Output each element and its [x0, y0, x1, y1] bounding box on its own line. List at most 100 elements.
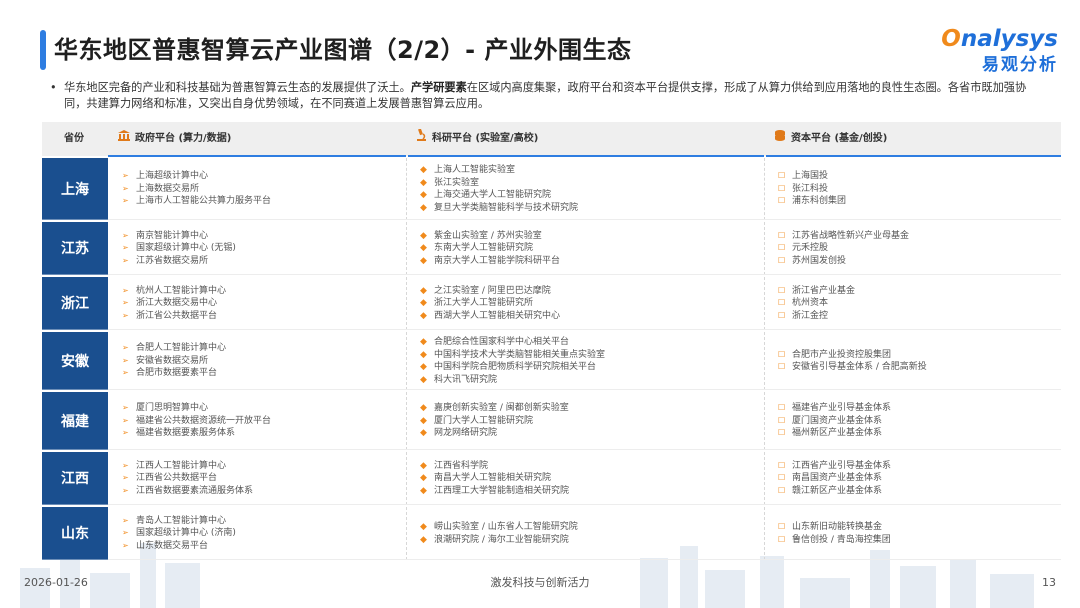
column-divider [764, 222, 765, 275]
table-header: 省份 政府平台 (算力/数据) 科研平台 (实验室/高校) 资本平台 (基金/创… [42, 122, 1061, 157]
arrow-bullet-icon: ➢ [122, 368, 129, 378]
table-row: 江西 ➢ 江西人工智能计算中心 ➢ 江西省公共数据平台 ➢ 江西省数据要素流通服务体系 ◆ 江西… [42, 452, 1061, 505]
list-item-text: 张江科投 [792, 183, 829, 194]
list-item: ◆ 浪潮研究院 / 海尔工业智能研究院 [420, 534, 760, 547]
diamond-bullet-icon: ◆ [420, 165, 427, 175]
column-divider [764, 332, 765, 390]
column-divider [764, 277, 765, 330]
list-item: ➢ 江西省数据要素流通服务体系 [122, 485, 404, 498]
gov-cell: ➢ 南京智能计算中心 ➢ 国家超级计算中心 (无锡) ➢ 江苏省数据交易所 [122, 222, 404, 275]
arrow-bullet-icon: ➢ [122, 230, 129, 240]
square-bullet-icon: ☐ [778, 460, 786, 470]
res-cell: ◆ 上海人工智能实验室 ◆ 张江实验室 ◆ 上海交通大学人工智能研究院 ◆ 复旦大学类脑智能科… [420, 158, 760, 220]
header-gov: 政府平台 (算力/数据) [118, 122, 231, 156]
table-row: 安徽 ➢ 合肥人工智能计算中心 ➢ 安徽省数据交易所 ➢ 合肥市数据要素平台 ◆ 合肥综合性国家… [42, 332, 1061, 390]
province-cell: 江苏 [42, 222, 108, 275]
list-item-text: 江西省公共数据平台 [136, 473, 218, 484]
province-cell: 福建 [42, 392, 108, 450]
cap-cell: ☐ 江苏省战略性新兴产业母基金 ☐ 元禾控股 ☐ 苏州国发创投 [778, 222, 1058, 275]
list-item: ➢ 江西省公共数据平台 [122, 472, 404, 485]
square-bullet-icon: ☐ [778, 349, 786, 359]
arrow-bullet-icon: ➢ [122, 298, 129, 308]
list-item-text: 南昌国资产业基金体系 [792, 473, 883, 484]
diamond-bullet-icon: ◆ [420, 522, 427, 532]
list-item-text: 合肥人工智能计算中心 [136, 343, 227, 354]
arrow-bullet-icon: ➢ [122, 310, 129, 320]
list-item-text: 国家超级计算中心 (济南) [136, 528, 236, 539]
diamond-bullet-icon: ◆ [420, 374, 427, 385]
list-item: ➢ 国家超级计算中心 (济南) [122, 527, 404, 540]
list-item-text: 南京智能计算中心 [136, 230, 209, 241]
gov-cell: ➢ 厦门思明智算中心 ➢ 福建省公共数据资源统一开放平台 ➢ 福建省数据要素服务体系 [122, 392, 404, 450]
list-item: ➢ 南京智能计算中心 [122, 230, 404, 243]
list-item-text: 南昌大学人工智能相关研究院 [434, 473, 552, 484]
list-item: ◆ 之江实验室 / 阿里巴巴达摩院 [420, 285, 760, 298]
list-item-text: 合肥市数据要素平台 [136, 368, 218, 379]
square-bullet-icon: ☐ [778, 285, 786, 295]
microscope-icon [416, 122, 427, 156]
list-item-text: 之江实验室 / 阿里巴巴达摩院 [434, 285, 551, 296]
cap-cell: ☐ 福建省产业引导基金体系 ☐ 厦门国资产业基金体系 ☐ 福州新区产业基金体系 [778, 392, 1058, 450]
list-item: ☐ 张江科投 [778, 183, 1058, 196]
square-bullet-icon: ☐ [778, 403, 786, 413]
list-item-text: 浦东科创集团 [792, 196, 847, 207]
list-item: ◆ 江西理工大学智能制造相关研究院 [420, 485, 760, 498]
list-item: ➢ 青岛人工智能计算中心 [122, 515, 404, 528]
table-row: 福建 ➢ 厦门思明智算中心 ➢ 福建省公共数据资源统一开放平台 ➢ 福建省数据要素服务体系 ◆… [42, 392, 1061, 450]
row-divider [108, 274, 1061, 275]
list-item-text: 上海国投 [792, 171, 829, 182]
list-item: ◆ 合肥综合性国家科学中心相关平台 [420, 336, 760, 349]
diamond-bullet-icon: ◆ [420, 337, 427, 347]
logo-wordmark: Onalysys [941, 26, 1058, 52]
list-item: ☐ 厦门国资产业基金体系 [778, 415, 1058, 428]
logo-chinese-name: 易观分析 [982, 55, 1058, 75]
list-item: ☐ 苏州国发创投 [778, 255, 1058, 268]
list-item: ◆ 嘉庚创新实验室 / 闽都创新实验室 [420, 402, 760, 415]
cap-cell: ☐ 合肥市产业投资控股集团 ☐ 安徽省引导基金体系 / 合肥高新投 [778, 332, 1058, 390]
page-number: 13 [1042, 576, 1056, 589]
res-cell: ◆ 合肥综合性国家科学中心相关平台 ◆ 中国科学技术大学类脑智能相关重点实验室 ◆ 中国科… [420, 332, 760, 390]
square-bullet-icon: ☐ [778, 183, 786, 193]
list-item-text: 浙江省产业基金 [792, 285, 856, 296]
list-item: ◆ 江西省科学院 [420, 460, 760, 473]
header-res: 科研平台 (实验室/高校) [416, 122, 538, 156]
list-item: ◆ 上海交通大学人工智能研究院 [420, 189, 760, 202]
cap-cell: ☐ 浙江省产业基金 ☐ 杭州资本 ☐ 浙江金控 [778, 277, 1058, 330]
square-bullet-icon: ☐ [778, 415, 786, 425]
list-item-text: 科大讯飞研究院 [434, 374, 498, 385]
square-bullet-icon: ☐ [778, 362, 786, 371]
list-item: ➢ 浙江大数据交易中心 [122, 297, 404, 310]
list-item-text: 江苏省数据交易所 [136, 255, 209, 266]
list-item-text: 江西省产业引导基金体系 [792, 460, 892, 471]
list-item-text: 福建省数据要素服务体系 [136, 428, 236, 439]
intro-bold-text: 产学研要素 [410, 81, 467, 94]
column-divider [764, 507, 765, 560]
diamond-bullet-icon: ◆ [420, 428, 427, 439]
list-item-text: 上海超级计算中心 [136, 171, 209, 182]
diamond-bullet-icon: ◆ [420, 349, 427, 360]
list-item: ➢ 江苏省数据交易所 [122, 255, 404, 268]
list-item: ◆ 浙江大学人工智能研究所 [420, 297, 760, 310]
square-bullet-icon: ☐ [778, 196, 786, 206]
header-underline-gov [108, 155, 406, 157]
list-item: ➢ 江西人工智能计算中心 [122, 460, 404, 473]
list-item-text: 江苏省战略性新兴产业母基金 [792, 230, 910, 241]
table-row: 上海 ➢ 上海超级计算中心 ➢ 上海数据交易所 ➢ 上海市人工智能公共算力服务平台 ◆ 上海人工… [42, 158, 1061, 220]
list-item: ➢ 上海超级计算中心 [122, 170, 404, 183]
list-item-text: 江西理工大学智能制造相关研究院 [434, 485, 570, 496]
list-item: ◆ 厦门大学人工智能研究院 [420, 415, 760, 428]
column-divider [406, 507, 407, 560]
arrow-bullet-icon: ➢ [122, 515, 129, 525]
list-item-text: 张江实验室 [434, 177, 480, 188]
list-item: ☐ 元禾控股 [778, 242, 1058, 255]
list-item-text: 江西省科学院 [434, 460, 489, 471]
header-underline-res [408, 155, 764, 157]
list-item: ☐ 江苏省战略性新兴产业母基金 [778, 230, 1058, 243]
list-item-text: 安徽省引导基金体系 / 合肥高新投 [792, 362, 927, 372]
header-underline-cap [766, 155, 1061, 157]
list-item: ◆ 科大讯飞研究院 [420, 374, 760, 387]
diamond-bullet-icon: ◆ [420, 298, 427, 309]
res-cell: ◆ 崂山实验室 / 山东省人工智能研究院 ◆ 浪潮研究院 / 海尔工业智能研究院 [420, 507, 760, 560]
row-divider [108, 329, 1061, 330]
column-divider [406, 392, 407, 450]
